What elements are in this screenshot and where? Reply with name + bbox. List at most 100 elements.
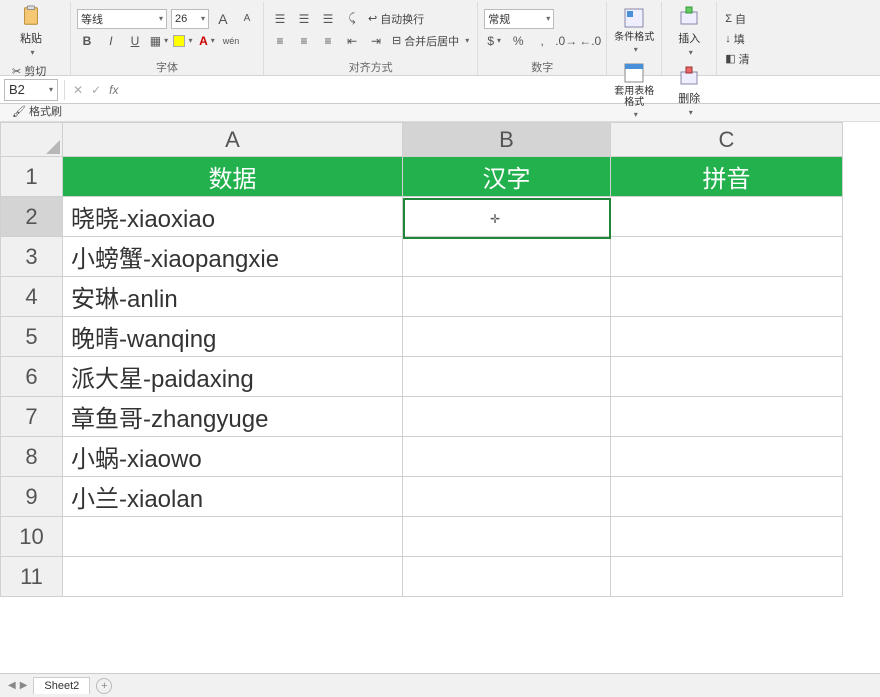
align-center-button[interactable]: ≡ — [294, 31, 314, 51]
cell-A3[interactable]: 小螃蟹-xiaopangxie — [63, 237, 403, 277]
wrap-text-button[interactable]: ↩ 自动换行 — [366, 10, 426, 28]
cell-B5[interactable] — [403, 317, 611, 357]
cell-B9[interactable] — [403, 477, 611, 517]
currency-button[interactable]: $▾ — [484, 31, 504, 51]
align-right-button[interactable]: ≡ — [318, 31, 338, 51]
row-header[interactable]: 2 — [1, 197, 63, 237]
indent-increase-button[interactable]: ⇥ — [366, 31, 386, 51]
cell-C2[interactable] — [611, 197, 843, 237]
paste-button[interactable]: 粘贴 ▾ — [10, 2, 52, 58]
number-format-select[interactable]: 常规▾ — [484, 9, 554, 29]
row-header[interactable]: 11 — [1, 557, 63, 597]
cell-A8[interactable]: 小蜗-xiaowo — [63, 437, 403, 477]
cell-B1[interactable]: 汉字 — [403, 157, 611, 197]
row-header[interactable]: 8 — [1, 437, 63, 477]
cell-C9[interactable] — [611, 477, 843, 517]
add-sheet-button[interactable]: + — [96, 678, 112, 694]
sheet-nav-prev[interactable]: ◀ — [8, 680, 16, 691]
cell-B8[interactable] — [403, 437, 611, 477]
merge-center-button[interactable]: ⊟ 合并后居中▾ — [390, 32, 471, 50]
bold-button[interactable]: B — [77, 31, 97, 51]
indent-decrease-button[interactable]: ⇤ — [342, 31, 362, 51]
cell-A5[interactable]: 晚晴-wanqing — [63, 317, 403, 357]
cell-C6[interactable] — [611, 357, 843, 397]
row-header[interactable]: 7 — [1, 397, 63, 437]
conditional-format-button[interactable]: 条件格式▾ — [613, 2, 655, 58]
align-top-button[interactable]: ☰ — [270, 9, 290, 29]
ribbon-group-editing: Σ自 ↓填 ◧清 — [717, 2, 757, 75]
decrease-font-button[interactable]: A — [237, 9, 257, 29]
row-header[interactable]: 1 — [1, 157, 63, 197]
decrease-decimal-button[interactable]: ←.0 — [580, 31, 600, 51]
cell-B7[interactable] — [403, 397, 611, 437]
cell-A6[interactable]: 派大星-paidaxing — [63, 357, 403, 397]
comma-button[interactable]: , — [532, 31, 552, 51]
fill-color-button[interactable]: ▾ — [173, 31, 193, 51]
font-name-select[interactable]: 等线▾ — [77, 9, 167, 29]
sheet-nav-next[interactable]: ▶ — [20, 680, 28, 691]
cell-A10[interactable] — [63, 517, 403, 557]
ribbon: 粘贴 ▾ ✂ 剪切 ⧉ 复制 🖌 格式刷 剪贴板 — [0, 0, 880, 76]
col-header-A[interactable]: A — [63, 123, 403, 157]
col-header-C[interactable]: C — [611, 123, 843, 157]
formula-input[interactable] — [126, 80, 876, 100]
fill-button[interactable]: ↓填 — [723, 30, 751, 48]
col-header-B[interactable]: B — [403, 123, 611, 157]
cell-A9[interactable]: 小兰-xiaolan — [63, 477, 403, 517]
cell-C8[interactable] — [611, 437, 843, 477]
clear-button[interactable]: ◧清 — [723, 50, 751, 68]
cell-A7[interactable]: 章鱼哥-zhangyuge — [63, 397, 403, 437]
row-header[interactable]: 9 — [1, 477, 63, 517]
fx-icon[interactable]: fx — [109, 83, 118, 97]
row-header[interactable]: 5 — [1, 317, 63, 357]
cell-C11[interactable] — [611, 557, 843, 597]
row-header[interactable]: 6 — [1, 357, 63, 397]
sheet-tab[interactable]: Sheet2 — [33, 677, 90, 694]
cell-A11[interactable] — [63, 557, 403, 597]
row-7: 7 章鱼哥-zhangyuge — [1, 397, 843, 437]
insert-cells-button[interactable]: 插入▾ — [668, 2, 710, 58]
group-label-font: 字体 — [156, 57, 178, 75]
row-header[interactable]: 4 — [1, 277, 63, 317]
orientation-button[interactable]: ⤹ — [342, 9, 362, 29]
cell-B6[interactable] — [403, 357, 611, 397]
cell-B10[interactable] — [403, 517, 611, 557]
format-painter-button[interactable]: 🖌 格式刷 — [10, 102, 64, 120]
spreadsheet-grid[interactable]: A B C 1 数据 汉字 拼音 2 晓晓-xiaoxiao 3 小螃蟹-xia… — [0, 122, 880, 597]
autosum-button[interactable]: Σ自 — [723, 10, 751, 28]
font-color-button[interactable]: A▾ — [197, 31, 217, 51]
cell-C7[interactable] — [611, 397, 843, 437]
increase-font-button[interactable]: A — [213, 9, 233, 29]
underline-button[interactable]: U — [125, 31, 145, 51]
border-button[interactable]: ▦▾ — [149, 31, 169, 51]
cell-C4[interactable] — [611, 277, 843, 317]
font-size-select[interactable]: 26▾ — [171, 9, 209, 29]
italic-button[interactable]: I — [101, 31, 121, 51]
percent-button[interactable]: % — [508, 31, 528, 51]
cell-C1[interactable]: 拼音 — [611, 157, 843, 197]
cell-A1[interactable]: 数据 — [63, 157, 403, 197]
cell-B3[interactable] — [403, 237, 611, 277]
row-header[interactable]: 10 — [1, 517, 63, 557]
cancel-formula-button[interactable]: ✕ — [73, 83, 83, 97]
cut-button[interactable]: ✂ 剪切 — [10, 62, 64, 80]
align-left-button[interactable]: ≡ — [270, 31, 290, 51]
cell-C3[interactable] — [611, 237, 843, 277]
align-bottom-button[interactable]: ☰ — [318, 9, 338, 29]
cell-A2[interactable]: 晓晓-xiaoxiao — [63, 197, 403, 237]
name-box[interactable]: B2 ▾ — [4, 79, 58, 101]
chevron-down-icon: ▾ — [49, 85, 53, 94]
cell-C5[interactable] — [611, 317, 843, 357]
phonetic-button[interactable]: wén — [221, 31, 241, 51]
increase-decimal-button[interactable]: .0→ — [556, 31, 576, 51]
cell-B4[interactable] — [403, 277, 611, 317]
select-all-corner[interactable] — [1, 123, 63, 157]
cell-B2[interactable] — [403, 197, 611, 237]
enter-formula-button[interactable]: ✓ — [91, 83, 101, 97]
cell-B11[interactable] — [403, 557, 611, 597]
cell-C10[interactable] — [611, 517, 843, 557]
align-middle-button[interactable]: ☰ — [294, 9, 314, 29]
row-header[interactable]: 3 — [1, 237, 63, 277]
cond-format-icon — [622, 6, 646, 30]
cell-A4[interactable]: 安琳-anlin — [63, 277, 403, 317]
